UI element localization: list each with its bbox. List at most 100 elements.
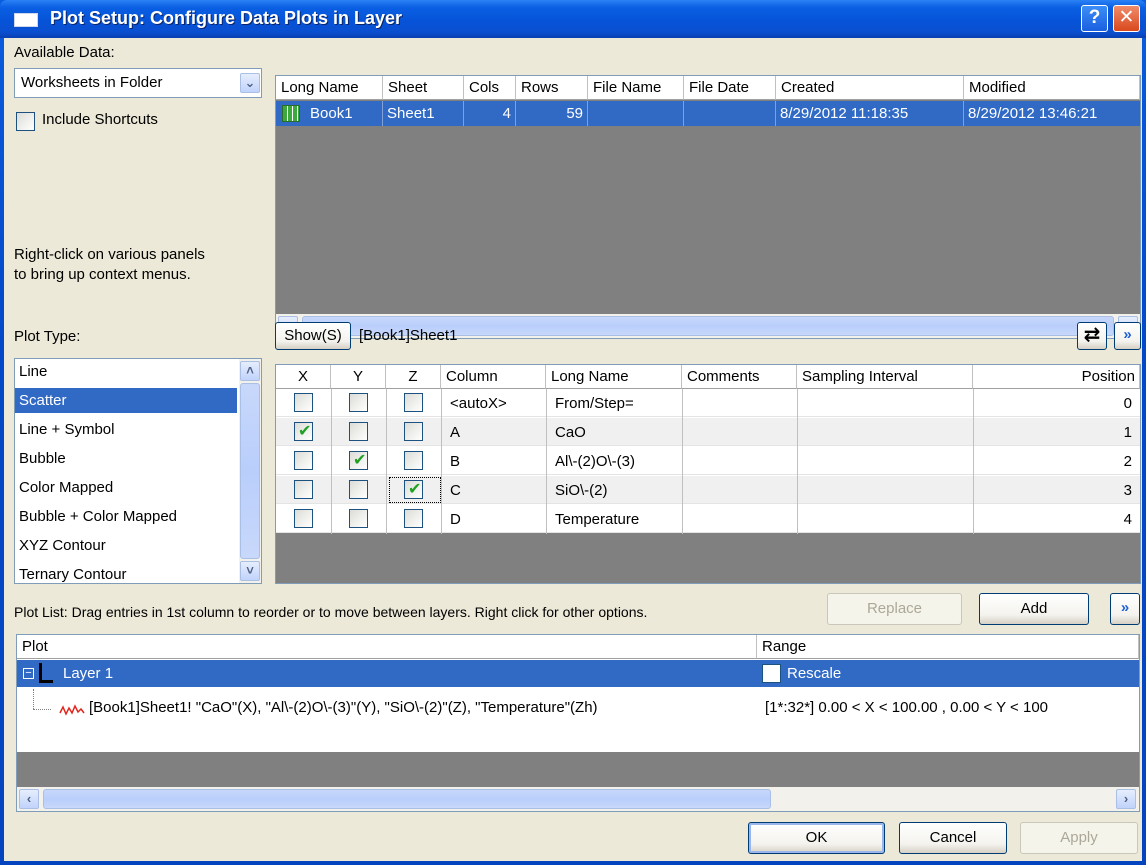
plot-type-list[interactable]: Line Scatter Line + Symbol Bubble Color … [14, 358, 262, 584]
cell-long-name: Al\-(2)O\-(3) [555, 453, 635, 470]
rescale-checkbox[interactable] [762, 664, 781, 683]
col-header[interactable]: Sheet [383, 76, 464, 100]
table-row[interactable]: ✔ C SiO\-(2) 3 [276, 476, 1140, 504]
col-header-z[interactable]: Z [386, 365, 441, 389]
hint-line-2: to bring up context menus. [14, 266, 191, 283]
table-row[interactable]: ✔ A CaO 1 [276, 418, 1140, 446]
col-header[interactable]: Cols [464, 76, 516, 100]
list-item[interactable]: XYZ Contour [15, 533, 237, 558]
col-header[interactable]: Rows [516, 76, 588, 100]
x-checkbox[interactable]: ✔ [294, 422, 313, 441]
col-header[interactable]: File Name [588, 76, 684, 100]
x-checkbox[interactable] [294, 509, 313, 528]
plot-list-caption: Plot List: Drag entries in 1st column to… [14, 604, 648, 620]
layer-axis-icon [39, 663, 53, 683]
cell-long-name: From/Step= [555, 395, 634, 412]
col-header-column[interactable]: Column [441, 365, 546, 389]
z-checkbox[interactable] [404, 451, 423, 470]
col-header[interactable]: File Date [684, 76, 776, 100]
col-header-position[interactable]: Position [973, 365, 1140, 389]
y-checkbox[interactable] [349, 480, 368, 499]
available-data-select[interactable]: Worksheets in Folder ⌄ [14, 68, 262, 98]
x-checkbox[interactable] [294, 480, 313, 499]
y-checkbox[interactable]: ✔ [349, 451, 368, 470]
col-header-y[interactable]: Y [331, 365, 386, 389]
table-row[interactable]: D Temperature 4 [276, 505, 1140, 533]
layer-label: Layer 1 [63, 665, 114, 682]
y-checkbox[interactable] [349, 393, 368, 412]
collapse-icon[interactable]: − [23, 668, 34, 679]
scroll-thumb[interactable] [240, 383, 260, 559]
horizontal-scrollbar[interactable]: ‹ › [17, 787, 1139, 811]
replace-button[interactable]: Replace [827, 593, 962, 625]
z-checkbox[interactable]: ✔ [404, 480, 423, 499]
y-checkbox[interactable] [349, 422, 368, 441]
z-checkbox[interactable] [404, 422, 423, 441]
expand-chevron-icon[interactable]: » [1114, 322, 1141, 350]
table-row[interactable]: Book1 Sheet1 4 59 8/29/2012 11:18:35 8/2… [276, 101, 1140, 126]
include-shortcuts-checkbox[interactable] [16, 112, 35, 131]
layer-row[interactable]: − Layer 1 Rescale [17, 660, 1139, 687]
scatter-plot-icon [59, 704, 85, 716]
dialog-client: Available Data: Worksheets in Folder ⌄ I… [4, 38, 1142, 861]
col-header[interactable]: Created [776, 76, 964, 100]
close-button[interactable]: ✕ [1113, 5, 1140, 32]
list-item[interactable]: Line + Symbol [15, 417, 237, 442]
table-row[interactable]: ✔ B Al\-(2)O\-(3) 2 [276, 447, 1140, 475]
book-table[interactable]: Long Name Sheet Cols Rows File Name File… [275, 75, 1141, 339]
col-header-plot[interactable]: Plot [17, 635, 757, 659]
vertical-scrollbar[interactable]: ˄ ˅ [239, 359, 261, 583]
chevron-down-icon[interactable]: ⌄ [240, 73, 260, 93]
cell-position: 0 [1123, 395, 1132, 412]
add-button[interactable]: Add [979, 593, 1089, 625]
cancel-button[interactable]: Cancel [899, 822, 1007, 854]
ok-button[interactable]: OK [748, 822, 885, 854]
cell-column: B [450, 453, 461, 470]
scroll-left-icon[interactable]: ‹ [19, 789, 39, 809]
cell-column: A [450, 424, 461, 441]
col-header-long-name[interactable]: Long Name [546, 365, 682, 389]
list-item[interactable]: Bubble + Color Mapped [15, 504, 237, 529]
scroll-right-icon[interactable]: › [1116, 789, 1136, 809]
cell-column: C [450, 482, 461, 499]
available-data-value: Worksheets in Folder [21, 74, 163, 91]
cell-rows: 59 [516, 101, 588, 126]
cell-column: D [450, 511, 461, 528]
list-item[interactable]: Bubble [15, 446, 237, 471]
workbook-icon [282, 105, 300, 122]
col-header[interactable]: Long Name [276, 76, 383, 100]
list-item[interactable]: Color Mapped [15, 475, 237, 500]
swap-arrows-icon[interactable]: ⇄ [1077, 322, 1107, 350]
cell-position: 3 [1123, 482, 1132, 499]
col-header-range[interactable]: Range [757, 635, 1139, 659]
scroll-up-icon[interactable]: ˄ [240, 361, 260, 381]
z-checkbox[interactable] [404, 509, 423, 528]
show-button[interactable]: Show(S) [275, 322, 351, 350]
title-bar[interactable]: Plot Setup: Configure Data Plots in Laye… [0, 0, 1146, 38]
hint-line-1: Right-click on various panels [14, 246, 205, 263]
column-table[interactable]: X Y Z Column Long Name Comments Sampling… [275, 364, 1141, 584]
col-header-x[interactable]: X [276, 365, 331, 389]
expand-chevron-icon[interactable]: » [1110, 593, 1140, 625]
y-checkbox[interactable] [349, 509, 368, 528]
include-shortcuts-label: Include Shortcuts [42, 111, 158, 128]
list-item[interactable]: Ternary Contour [15, 562, 237, 583]
x-checkbox[interactable] [294, 451, 313, 470]
plot-entry-row[interactable]: [Book1]Sheet1! "CaO"(X), "Al\-(2)O\-(3)"… [17, 689, 1139, 727]
scroll-down-icon[interactable]: ˅ [240, 561, 260, 581]
col-header-comments[interactable]: Comments [682, 365, 797, 389]
plot-type-label: Plot Type: [14, 328, 81, 345]
z-checkbox[interactable] [404, 393, 423, 412]
x-checkbox[interactable] [294, 393, 313, 412]
cell-file-date [684, 101, 776, 126]
list-item[interactable]: Scatter [15, 388, 237, 413]
plot-list-tree[interactable]: Plot Range − Layer 1 Rescale [Book1]Shee… [16, 634, 1140, 812]
list-item[interactable]: Line [15, 359, 237, 384]
table-row[interactable]: <autoX> From/Step= 0 [276, 389, 1140, 417]
apply-button[interactable]: Apply [1020, 822, 1138, 854]
help-button[interactable]: ? [1081, 5, 1108, 32]
col-header-sampling[interactable]: Sampling Interval [797, 365, 973, 389]
cell-cols: 4 [464, 101, 516, 126]
scroll-thumb[interactable] [43, 789, 771, 809]
col-header[interactable]: Modified [964, 76, 1140, 100]
